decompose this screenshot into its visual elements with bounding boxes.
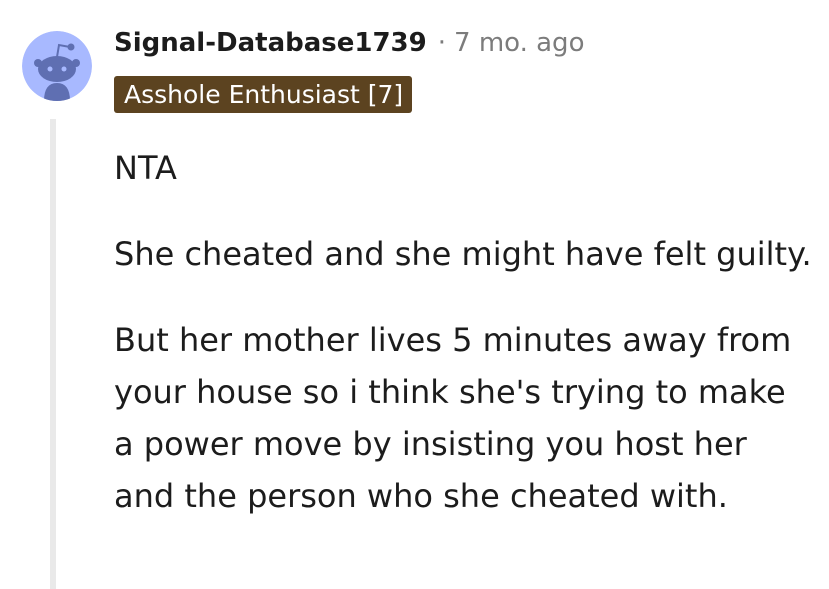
comment-meta: Signal-Database1739 · 7 mo. ago xyxy=(114,23,584,63)
comment-paragraph: But her mother lives 5 minutes away from… xyxy=(114,321,792,515)
comment-timestamp[interactable]: 7 mo. ago xyxy=(454,28,584,58)
meta-separator: · xyxy=(437,28,447,58)
comment-body: NTA She cheated and she might have felt … xyxy=(114,142,814,556)
snoo-avatar-icon xyxy=(22,31,92,101)
comment-paragraph: She cheated and she might have felt guil… xyxy=(114,235,812,273)
comment-paragraph: NTA xyxy=(114,149,177,187)
user-flair-badge: Asshole Enthusiast [7] xyxy=(114,76,413,113)
avatar[interactable] xyxy=(22,31,92,101)
username-link[interactable]: Signal-Database1739 xyxy=(114,28,427,58)
thread-collapse-line[interactable] xyxy=(50,119,56,589)
